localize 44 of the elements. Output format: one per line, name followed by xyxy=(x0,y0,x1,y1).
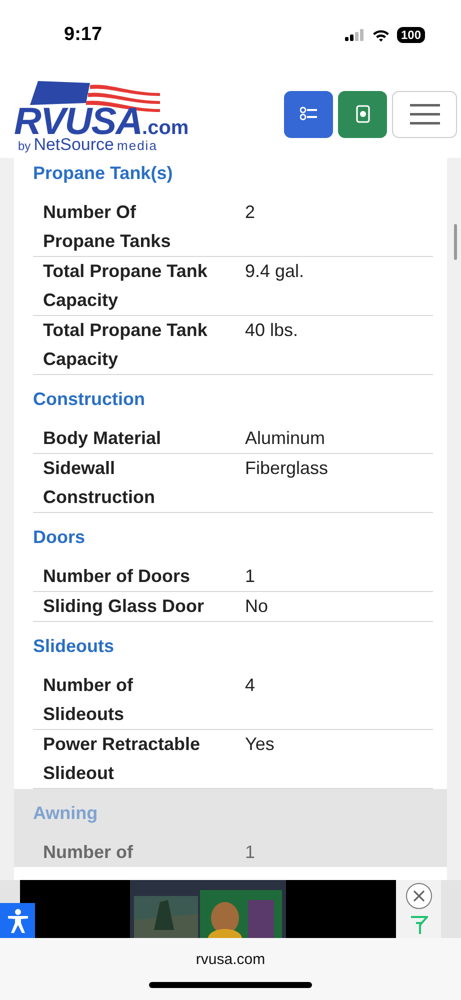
checklist-button[interactable] xyxy=(284,90,333,138)
checklist-icon xyxy=(300,106,318,122)
spec-label: Sliding Glass Door xyxy=(43,595,206,618)
close-button[interactable] xyxy=(406,883,432,909)
spec-value: 4 xyxy=(245,674,256,697)
spec-label: Body Material xyxy=(43,427,162,450)
accessibility-button[interactable] xyxy=(0,903,35,938)
logo-by: by xyxy=(18,139,31,153)
spec-value: 1 xyxy=(245,841,256,864)
spec-label: Sidewall Construction xyxy=(43,457,156,509)
section-title: Doors xyxy=(33,526,86,549)
spec-label: Number of Doors xyxy=(43,565,192,588)
spec-label: Number Of Propane Tanks xyxy=(43,201,172,253)
spec-label: Power Retractable Slideout xyxy=(43,733,202,785)
spec-label: Number of xyxy=(43,841,134,864)
signal-icon xyxy=(344,29,365,41)
menu-button[interactable] xyxy=(392,90,457,138)
menu-icon xyxy=(410,103,440,125)
section-title: Awning xyxy=(33,802,99,825)
spec-value: Yes xyxy=(245,733,276,756)
status-time: 9:17 xyxy=(64,24,102,46)
logo-brand: NetSource xyxy=(34,137,114,153)
battery-level: 100 xyxy=(396,27,425,43)
contact-card-button[interactable] xyxy=(338,90,387,138)
spec-value: 9.4 gal. xyxy=(245,260,306,283)
contact-card-icon xyxy=(356,105,370,123)
section-title: Construction xyxy=(33,388,146,411)
spec-label: Number of Slideouts xyxy=(43,674,134,726)
spec-value: Fiberglass xyxy=(245,457,330,480)
spec-value: 40 lbs. xyxy=(245,319,300,342)
spec-value: 1 xyxy=(245,565,256,588)
close-icon xyxy=(412,889,426,903)
logo-media: media xyxy=(117,138,158,153)
spec-value: No xyxy=(245,595,270,618)
scrollbar xyxy=(454,224,457,260)
spec-value: 2 xyxy=(245,201,256,224)
spec-value: Aluminum xyxy=(245,427,326,450)
spec-label: Total Propane Tank Capacity xyxy=(43,260,208,312)
address-bar-url[interactable]: rvusa.com xyxy=(196,950,266,968)
spec-label: Total Propane Tank Capacity xyxy=(43,319,208,371)
wifi-icon xyxy=(372,28,390,42)
logo-suffix: .com xyxy=(142,117,189,140)
section-title: Propane Tank(s) xyxy=(33,162,174,185)
section-title: Slideouts xyxy=(33,635,116,658)
